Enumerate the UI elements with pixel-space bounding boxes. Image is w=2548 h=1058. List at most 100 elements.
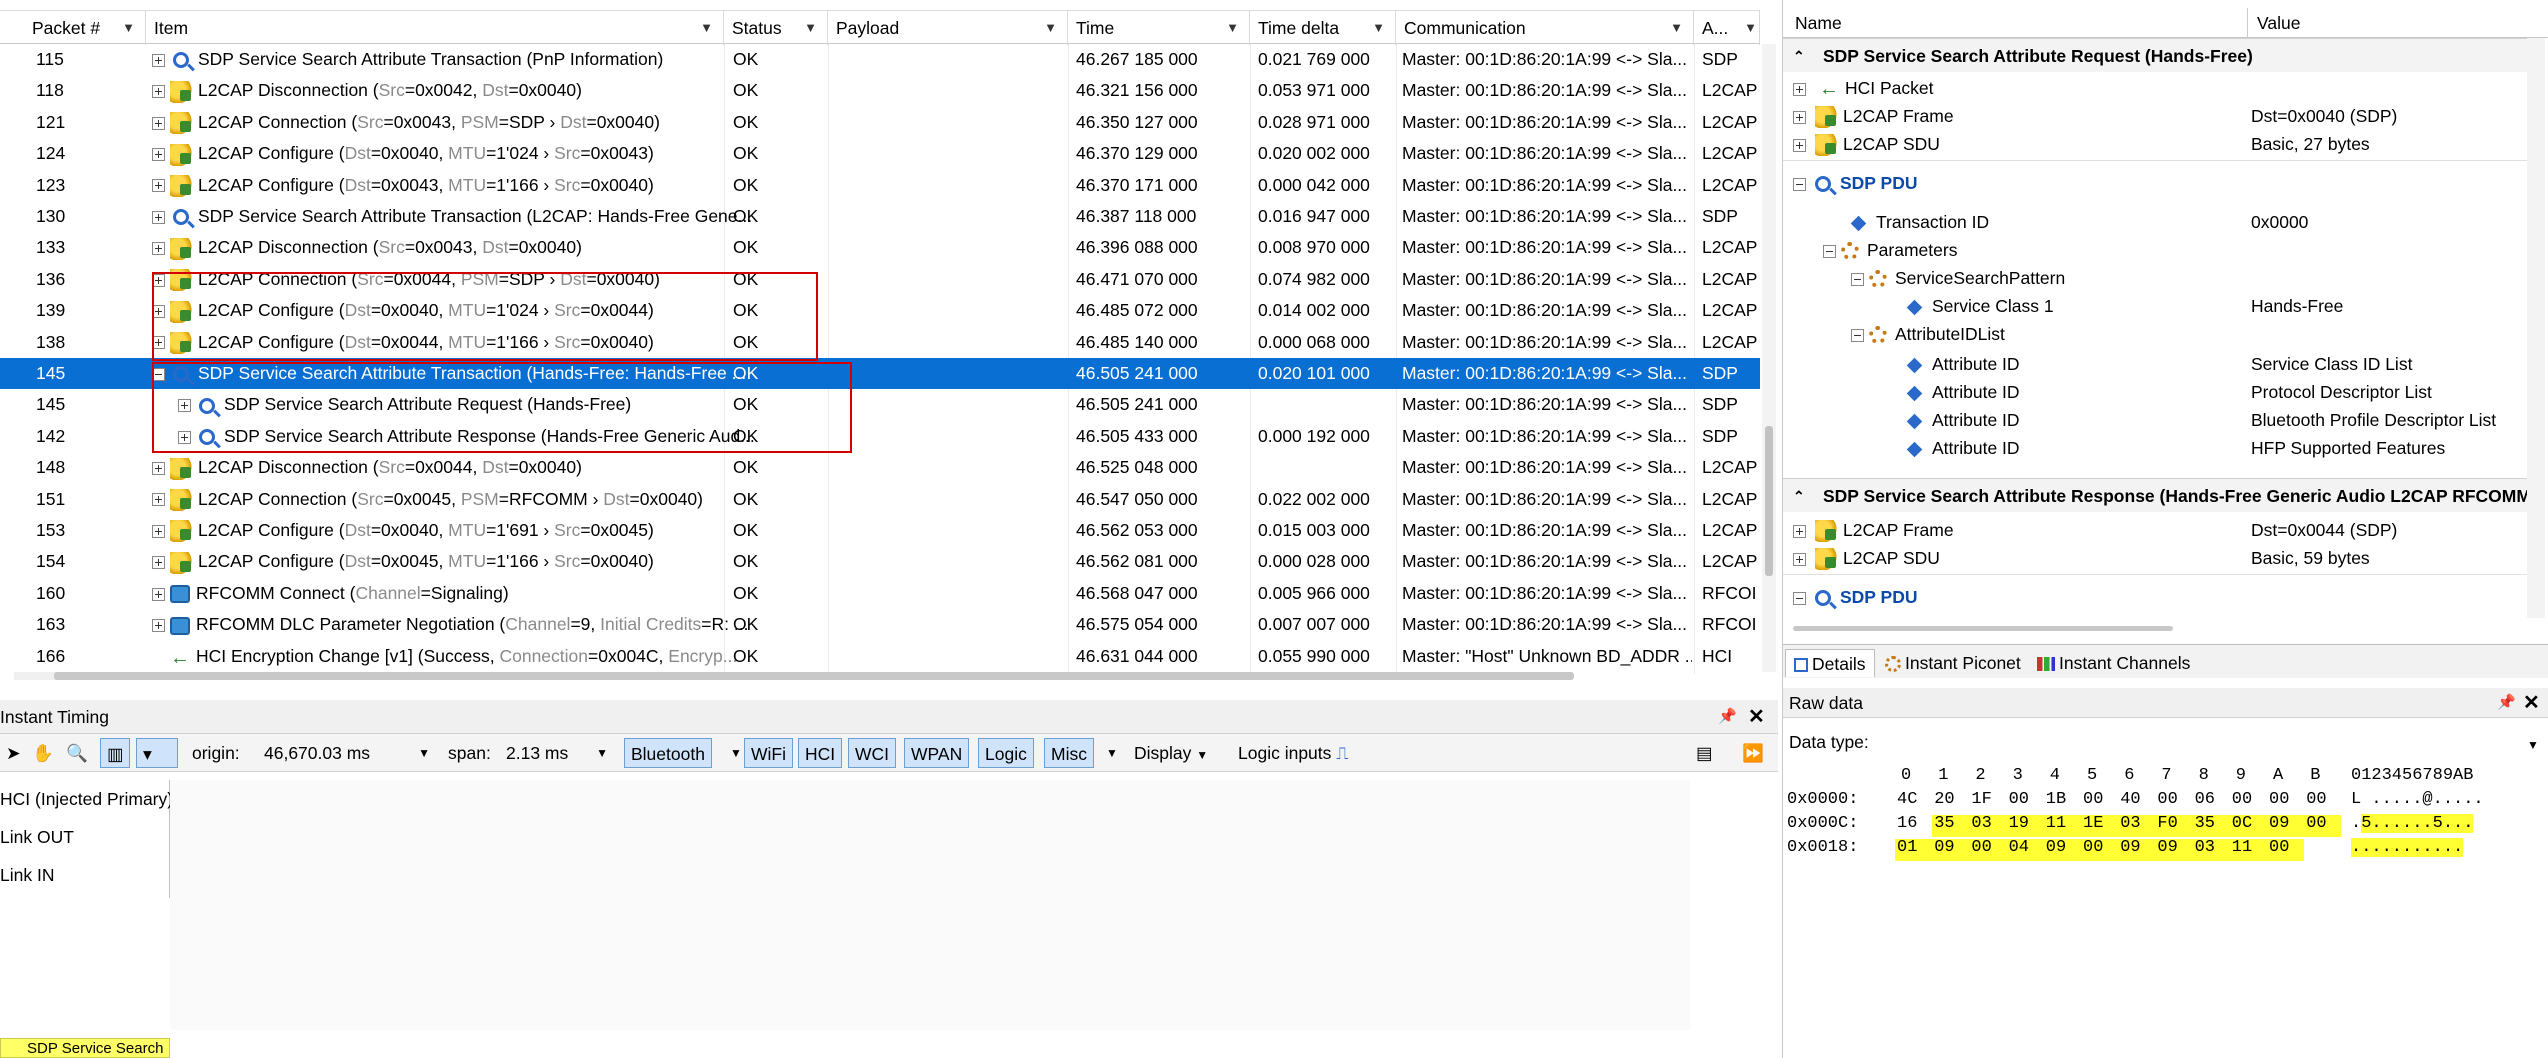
hex-byte[interactable]: 16 bbox=[1897, 814, 1917, 833]
tree-item-l2cap-frame[interactable]: L2CAP Frame bbox=[1793, 102, 1954, 130]
filter-wifi[interactable]: WiFi bbox=[744, 738, 793, 768]
expand-icon[interactable] bbox=[152, 336, 165, 350]
chevron-down-icon[interactable]: ▼ bbox=[1226, 11, 1239, 45]
hex-byte[interactable]: 1F bbox=[1971, 790, 1991, 809]
expand-icon[interactable] bbox=[152, 210, 165, 224]
hex-byte[interactable]: 00 bbox=[2269, 838, 2289, 857]
hex-byte[interactable]: 09 bbox=[2157, 838, 2177, 857]
scrollbar-thumb[interactable] bbox=[1765, 426, 1773, 576]
sdp-pdu-group[interactable]: SDP PDU bbox=[1783, 160, 2527, 202]
hex-byte[interactable]: 40 bbox=[2120, 790, 2140, 809]
table-row[interactable]: 148 L2CAP Disconnection (Src=0x0044, Dst=… bbox=[0, 452, 1760, 483]
tree-item-hci-packet[interactable]: HCI Packet bbox=[1793, 74, 1934, 103]
chevron-down-icon[interactable]: ▼ bbox=[1044, 11, 1057, 45]
hex-byte[interactable]: 0C bbox=[2232, 814, 2252, 833]
expand-icon[interactable] bbox=[1793, 524, 1806, 538]
tree-item-l2cap-frame[interactable]: L2CAP Frame bbox=[1793, 516, 1954, 544]
hex-byte[interactable]: 00 bbox=[2306, 790, 2326, 809]
table-row[interactable]: 163 RFCOMM DLC Parameter Negotiation (Cha… bbox=[0, 609, 1760, 640]
table-row[interactable]: 160 RFCOMM Connect (Channel=Signaling) OK 4… bbox=[0, 578, 1760, 609]
vertical-scrollbar[interactable] bbox=[2527, 38, 2545, 618]
tree-item-attribute-id[interactable]: Attribute ID bbox=[1906, 350, 2020, 378]
hex-byte[interactable]: 11 bbox=[2232, 838, 2252, 857]
table-row[interactable]: 145 SDP Service Search Attribute Request … bbox=[0, 389, 1760, 420]
hex-byte[interactable]: 06 bbox=[2195, 790, 2215, 809]
ascii-text[interactable]: L .....@..... bbox=[2351, 790, 2484, 809]
display-menu[interactable]: Display ▼ bbox=[1128, 738, 1214, 768]
hex-byte[interactable]: 03 bbox=[2120, 814, 2140, 833]
tree-item-service-search-pattern[interactable]: ServiceSearchPattern bbox=[1851, 264, 2065, 292]
hex-byte[interactable]: 00 bbox=[2009, 790, 2029, 809]
tab-instant-piconet[interactable]: Instant Piconet bbox=[1877, 649, 2029, 677]
tree-item-attribute-id-list[interactable]: AttributeIDList bbox=[1851, 320, 2005, 348]
logic-inputs-button[interactable]: Logic inputs ⎍ bbox=[1232, 738, 1355, 768]
expand-icon[interactable] bbox=[152, 556, 165, 570]
pin-icon[interactable]: 📌 bbox=[2497, 688, 2516, 718]
expand-icon[interactable] bbox=[152, 619, 165, 633]
hex-byte[interactable]: 04 bbox=[2009, 838, 2029, 857]
collapse-icon[interactable] bbox=[1823, 244, 1836, 258]
expand-icon[interactable] bbox=[152, 53, 165, 67]
filter-logic[interactable]: Logic bbox=[978, 738, 1034, 768]
tree-item-service-class[interactable]: Service Class 1 bbox=[1906, 292, 2054, 320]
expand-icon[interactable] bbox=[152, 85, 165, 99]
table-row[interactable]: 151 L2CAP Connection (Src=0x0045, PSM=RFC… bbox=[0, 484, 1760, 515]
chevron-down-icon[interactable]: ▼ bbox=[596, 738, 608, 768]
ascii-text[interactable]: .5......5... bbox=[2351, 814, 2474, 833]
hex-byte[interactable]: 00 bbox=[2269, 790, 2289, 809]
tree-item-attribute-id[interactable]: Attribute ID bbox=[1906, 406, 2020, 434]
hex-byte[interactable]: 4C bbox=[1897, 790, 1917, 809]
forward-button[interactable]: ⏩ bbox=[1736, 738, 1770, 768]
horizontal-scrollbar[interactable] bbox=[14, 672, 1574, 680]
collapse-icon[interactable] bbox=[1793, 177, 1806, 191]
hex-byte[interactable]: 03 bbox=[1971, 814, 1991, 833]
pointer-tool-button[interactable]: ➤ bbox=[0, 738, 27, 768]
expand-icon[interactable] bbox=[152, 179, 165, 193]
chevron-down-icon[interactable]: ▼ bbox=[700, 11, 713, 45]
hex-byte[interactable]: 01 bbox=[1897, 838, 1917, 857]
column-header-protocol[interactable]: A... ▼ bbox=[1694, 11, 1760, 45]
expand-icon[interactable] bbox=[178, 399, 191, 413]
chevron-down-icon[interactable]: ▼ bbox=[804, 11, 817, 45]
span-field[interactable]: 2.13 ms ▼ bbox=[500, 738, 614, 768]
close-icon[interactable]: ✕ bbox=[1748, 700, 1765, 734]
horizontal-scrollbar[interactable] bbox=[1793, 626, 2173, 631]
chevron-down-icon[interactable]: ▼ bbox=[418, 738, 430, 768]
table-row[interactable]: 118 L2CAP Disconnection (Src=0x0042, Dst=… bbox=[0, 75, 1760, 106]
hex-byte[interactable]: 09 bbox=[2269, 814, 2289, 833]
hex-byte[interactable]: 09 bbox=[2046, 838, 2066, 857]
marker-dropdown-button[interactable]: ▾ bbox=[136, 738, 178, 768]
tree-item-attribute-id[interactable]: Attribute ID bbox=[1906, 434, 2020, 462]
column-header-communication[interactable]: Communication ▼ bbox=[1396, 11, 1694, 45]
hex-byte[interactable]: 20 bbox=[1934, 790, 1954, 809]
table-row[interactable]: 133 L2CAP Disconnection (Src=0x0043, Dst=… bbox=[0, 232, 1760, 263]
hex-byte[interactable]: 00 bbox=[1971, 838, 1991, 857]
table-row[interactable]: 130 SDP Service Search Attribute Transact… bbox=[0, 201, 1760, 232]
filter-misc[interactable]: Misc bbox=[1044, 738, 1094, 768]
table-row[interactable]: 153 L2CAP Configure (Dst=0x0040, MTU=1'69… bbox=[0, 515, 1760, 546]
column-header-time[interactable]: Time ▼ bbox=[1068, 11, 1250, 45]
expand-icon[interactable] bbox=[152, 587, 165, 601]
tree-item-l2cap-sdu[interactable]: L2CAP SDU bbox=[1793, 130, 1940, 158]
table-row[interactable]: 121 L2CAP Connection (Src=0x0043, PSM=SDP… bbox=[0, 107, 1760, 138]
scrollbar-thumb[interactable] bbox=[54, 672, 1574, 680]
zoom-tool-button[interactable]: 🔍 bbox=[60, 738, 94, 768]
chevron-down-icon[interactable]: ▼ bbox=[1670, 11, 1683, 45]
origin-field[interactable]: 46,670.03 ms ▼ bbox=[258, 738, 436, 768]
expand-icon[interactable] bbox=[152, 273, 165, 287]
hex-byte[interactable]: 19 bbox=[2009, 814, 2029, 833]
table-row[interactable]: 154 L2CAP Configure (Dst=0x0045, MTU=1'16… bbox=[0, 546, 1760, 577]
chevron-down-icon[interactable]: ▼ bbox=[2527, 738, 2539, 752]
table-row[interactable]: 124 L2CAP Configure (Dst=0x0040, MTU=1'02… bbox=[0, 138, 1760, 169]
column-header-value[interactable]: Value bbox=[2257, 8, 2300, 38]
hex-byte[interactable]: 09 bbox=[1934, 838, 1954, 857]
filter-wci[interactable]: WCI bbox=[848, 738, 897, 768]
column-header-item[interactable]: Item ▼ bbox=[146, 11, 724, 45]
expand-icon[interactable] bbox=[1793, 82, 1806, 96]
tab-details[interactable]: Details bbox=[1785, 649, 1875, 677]
close-icon[interactable]: ✕ bbox=[2523, 688, 2540, 718]
tree-item-l2cap-sdu[interactable]: L2CAP SDU bbox=[1793, 544, 1940, 572]
tree-item-attribute-id[interactable]: Attribute ID bbox=[1906, 378, 2020, 406]
chevron-down-icon[interactable]: ▼ bbox=[1372, 11, 1385, 45]
filter-bluetooth[interactable]: Bluetooth bbox=[624, 738, 712, 768]
